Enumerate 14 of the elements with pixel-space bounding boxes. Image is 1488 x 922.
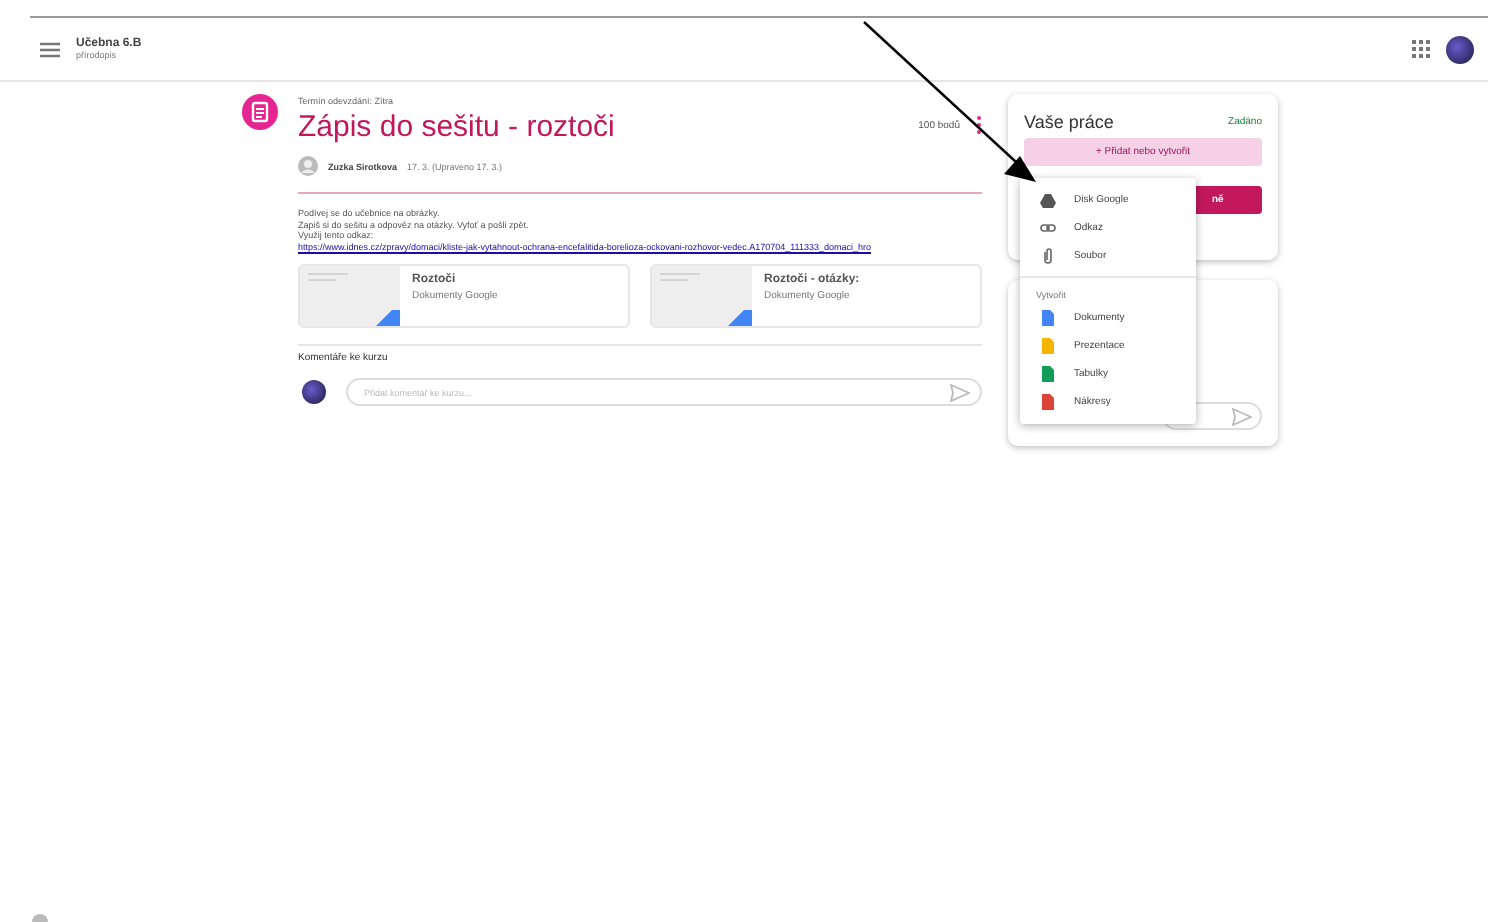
- more-icon[interactable]: [976, 116, 982, 134]
- link-icon: [1040, 224, 1056, 232]
- assignment-title: Zápis do sešitu - roztoči: [298, 110, 617, 144]
- avatar: [302, 380, 326, 404]
- work-title: Vaše práce: [1024, 112, 1114, 132]
- menu-icon[interactable]: [40, 41, 60, 57]
- person-avatar-icon: [298, 156, 318, 176]
- apps-icon[interactable]: [1412, 40, 1430, 58]
- paperclip-icon: [1040, 248, 1056, 264]
- document-thumbnail: [300, 266, 400, 326]
- assignment-icon: [242, 94, 278, 130]
- avatar[interactable]: [1446, 35, 1474, 63]
- document-thumbnail: [652, 266, 752, 326]
- drive-icon: [1040, 193, 1056, 207]
